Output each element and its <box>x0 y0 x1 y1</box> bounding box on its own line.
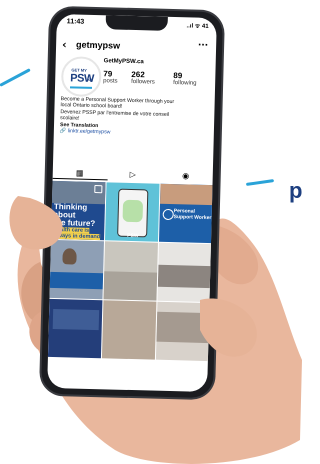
thumb-overlay <box>9 196 257 357</box>
